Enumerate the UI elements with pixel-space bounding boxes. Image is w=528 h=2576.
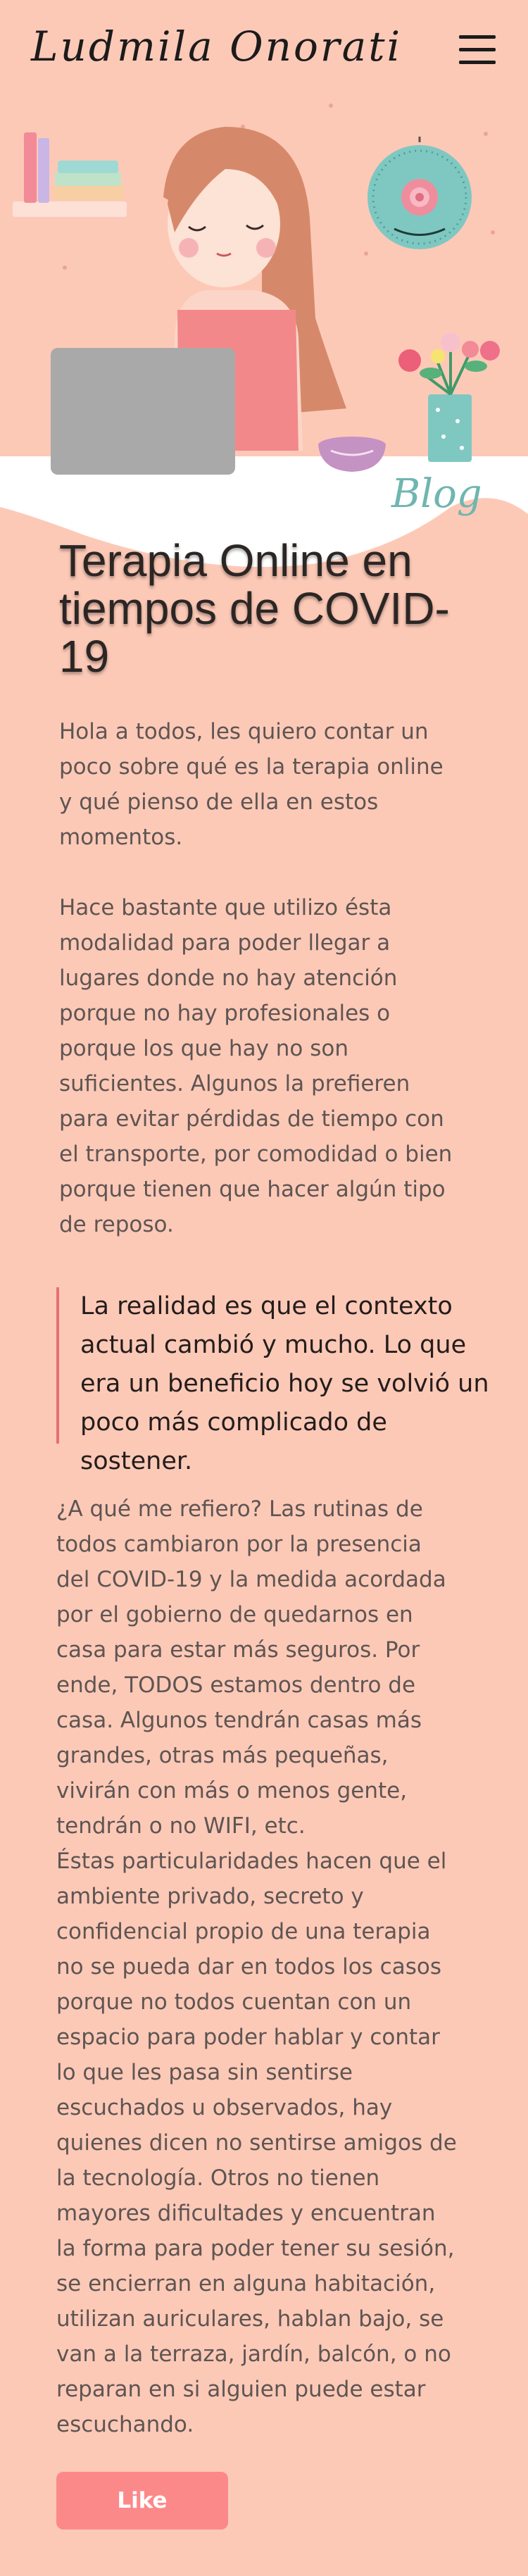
paragraph-intro: Hola a todos, les quiero contar un poco … [59, 719, 444, 850]
like-button[interactable]: Like [56, 2472, 228, 2530]
article-title: Terapia Online en tiempos de COVID-19 [59, 535, 450, 682]
flower-vase-icon [398, 332, 500, 462]
laptop-icon [51, 348, 235, 475]
blog-label[interactable]: Blog [391, 471, 482, 517]
paragraph-rutinas: ¿A qué me refiero? Las rutinas de todos … [56, 1496, 446, 1839]
paragraph-particularidades: Éstas particularidades hacen que el ambi… [56, 1849, 457, 2437]
wall-clock-icon [367, 137, 472, 249]
books-icon [13, 132, 127, 217]
paragraph-modalidad: Hace bastante que utilizo ésta modalidad… [59, 895, 453, 1237]
site-logo[interactable]: Ludmila Onorati [31, 23, 402, 70]
menu-icon[interactable] [456, 34, 497, 66]
pull-quote: La realidad es que el contexto actual ca… [56, 1287, 489, 1475]
hero-illustration: Blog [0, 104, 528, 567]
quote-text: La realidad es que el contexto actual ca… [80, 1292, 489, 1475]
site-header: Ludmila Onorati [0, 0, 528, 85]
